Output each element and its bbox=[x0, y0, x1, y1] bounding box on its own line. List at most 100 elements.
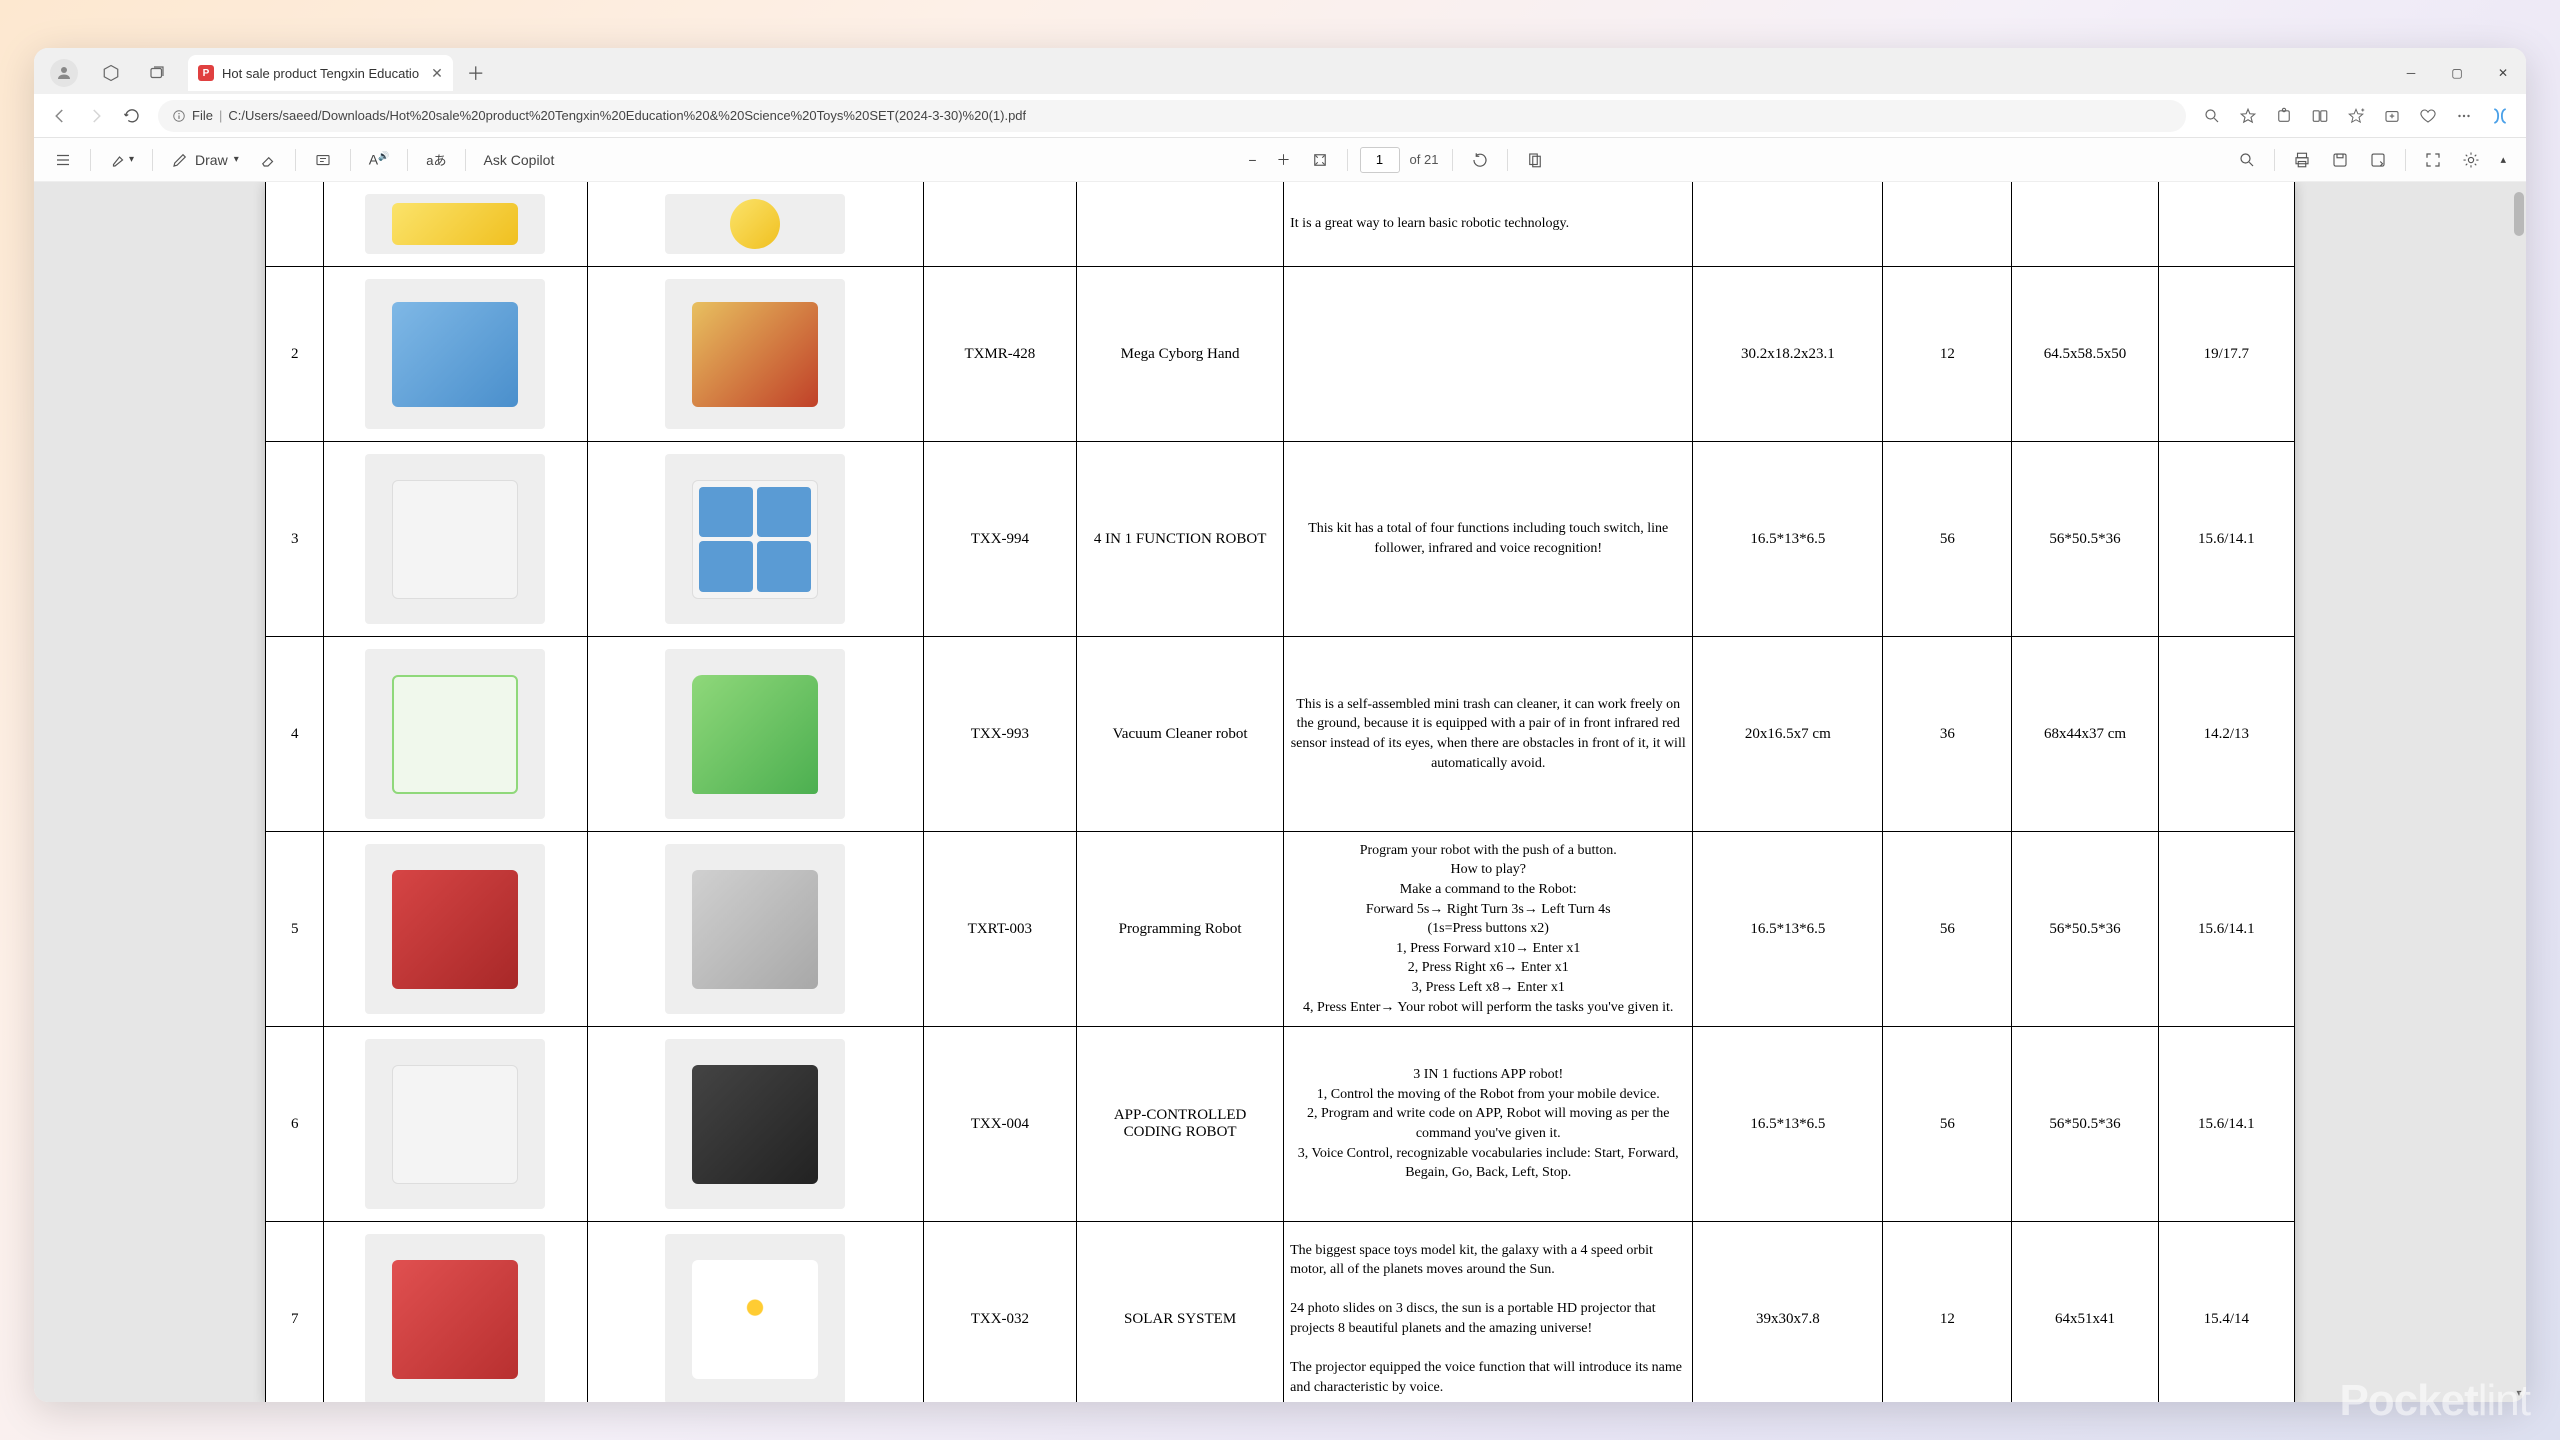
fit-page-button[interactable] bbox=[1303, 144, 1337, 176]
extensions-button[interactable] bbox=[2266, 98, 2302, 134]
gw-nw: 19/17.7 bbox=[2158, 267, 2294, 442]
fullscreen-icon bbox=[2424, 151, 2442, 169]
maximize-button[interactable]: ▢ bbox=[2434, 53, 2480, 93]
zoom-button[interactable] bbox=[2194, 98, 2230, 134]
copilot-icon bbox=[2490, 106, 2510, 126]
minimize-button[interactable]: ─ bbox=[2388, 53, 2434, 93]
url-input[interactable]: File | C:/Users/saeed/Downloads/Hot%20sa… bbox=[158, 100, 2186, 132]
product-description: It is a great way to learn basic robotic… bbox=[1284, 182, 1693, 267]
favorite-button[interactable] bbox=[2230, 98, 2266, 134]
draw-label: Draw bbox=[195, 152, 228, 168]
save-icon bbox=[2331, 151, 2349, 169]
contents-button[interactable] bbox=[46, 144, 80, 176]
qty-per-ctn: 56 bbox=[1883, 832, 2012, 1027]
tab-actions-button[interactable] bbox=[140, 56, 174, 90]
row-number: 7 bbox=[266, 1222, 324, 1403]
print-button[interactable] bbox=[2285, 144, 2319, 176]
profile-button[interactable] bbox=[50, 59, 78, 87]
product-name: SOLAR SYSTEM bbox=[1077, 1222, 1284, 1403]
item-code: TXX-994 bbox=[923, 442, 1076, 637]
scrollbar-thumb[interactable] bbox=[2514, 192, 2524, 236]
pdf-viewport[interactable]: It is a great way to learn basic robotic… bbox=[34, 182, 2526, 1402]
star-plus-icon bbox=[2347, 107, 2365, 125]
qty-per-ctn: 12 bbox=[1883, 1222, 2012, 1403]
qty-per-ctn: 56 bbox=[1883, 1027, 2012, 1222]
table-row: 5 TXRT-003 Programming Robot Program you… bbox=[266, 832, 2295, 1027]
fullscreen-button[interactable] bbox=[2416, 144, 2450, 176]
qty-per-ctn: 36 bbox=[1883, 637, 2012, 832]
gear-icon bbox=[2462, 151, 2480, 169]
find-button[interactable] bbox=[2230, 144, 2264, 176]
box-size: 16.5*13*6.5 bbox=[1693, 1027, 1883, 1222]
qty-per-ctn: 56 bbox=[1883, 442, 2012, 637]
rotate-icon bbox=[1471, 151, 1489, 169]
split-screen-button[interactable] bbox=[2302, 98, 2338, 134]
product-name: Mega Cyborg Hand bbox=[1077, 267, 1284, 442]
read-aloud-button[interactable]: A🔊 bbox=[361, 144, 398, 176]
save-as-button[interactable] bbox=[2361, 144, 2395, 176]
gw-nw: 14.2/13 bbox=[2158, 637, 2294, 832]
copilot-button[interactable] bbox=[2482, 98, 2518, 134]
arrow-left-icon bbox=[51, 107, 69, 125]
ask-copilot-button[interactable]: Ask Copilot bbox=[476, 144, 563, 176]
favorites-bar-button[interactable] bbox=[2338, 98, 2374, 134]
gw-nw: 15.6/14.1 bbox=[2158, 442, 2294, 637]
rotate-button[interactable] bbox=[1463, 144, 1497, 176]
gw-nw: 15.6/14.1 bbox=[2158, 1027, 2294, 1222]
product-table: It is a great way to learn basic robotic… bbox=[265, 182, 2295, 1402]
ctn-size: 68x44x37 cm bbox=[2012, 637, 2158, 832]
product-box-image bbox=[365, 649, 545, 819]
product-image bbox=[665, 649, 845, 819]
product-image bbox=[665, 454, 845, 624]
product-description: The biggest space toys model kit, the ga… bbox=[1284, 1222, 1693, 1403]
ctn-size: 64x51x41 bbox=[2012, 1222, 2158, 1403]
refresh-button[interactable] bbox=[114, 98, 150, 134]
translate-button[interactable]: aあ bbox=[418, 144, 454, 176]
page-number-input[interactable] bbox=[1360, 147, 1400, 173]
highlight-button[interactable]: ▾ bbox=[101, 144, 142, 176]
more-button[interactable] bbox=[2446, 98, 2482, 134]
product-box-image bbox=[365, 844, 545, 1014]
product-image bbox=[665, 279, 845, 429]
url-protocol-label: File bbox=[192, 108, 213, 123]
workspaces-button[interactable] bbox=[94, 56, 128, 90]
info-icon bbox=[172, 109, 186, 123]
draw-button[interactable]: Draw ▾ bbox=[163, 144, 247, 176]
ctn-size: 56*50.5*36 bbox=[2012, 442, 2158, 637]
table-row: 2 TXMR-428 Mega Cyborg Hand 30.2x18.2x23… bbox=[266, 267, 2295, 442]
toolbar-chevron-button[interactable]: ▴ bbox=[2492, 144, 2514, 176]
box-size: 30.2x18.2x23.1 bbox=[1693, 267, 1883, 442]
settings-button[interactable] bbox=[2454, 144, 2488, 176]
item-code: TXX-004 bbox=[923, 1027, 1076, 1222]
save-button[interactable] bbox=[2323, 144, 2357, 176]
zoom-in-button[interactable]: ＋ bbox=[1269, 144, 1299, 176]
page-view-button[interactable] bbox=[1518, 144, 1552, 176]
row-number: 3 bbox=[266, 442, 324, 637]
puzzle-icon bbox=[2275, 107, 2293, 125]
gw-nw: 15.4/14 bbox=[2158, 1222, 2294, 1403]
row-number: 6 bbox=[266, 1027, 324, 1222]
erase-button[interactable] bbox=[251, 144, 285, 176]
table-row: 7 TXX-032 SOLAR SYSTEM The biggest space… bbox=[266, 1222, 2295, 1403]
site-info-button[interactable] bbox=[172, 109, 186, 123]
browser-tab-active[interactable]: P Hot sale product Tengxin Educatio ✕ bbox=[188, 55, 453, 91]
nav-back-button[interactable] bbox=[42, 98, 78, 134]
list-icon bbox=[54, 151, 72, 169]
zoom-icon bbox=[2203, 107, 2221, 125]
new-tab-button[interactable]: ＋ bbox=[461, 58, 491, 88]
zoom-out-button[interactable]: − bbox=[1240, 144, 1264, 176]
ctn-size: 64.5x58.5x50 bbox=[2012, 267, 2158, 442]
tab-close-button[interactable]: ✕ bbox=[431, 65, 443, 82]
product-name: Vacuum Cleaner robot bbox=[1077, 637, 1284, 832]
product-image bbox=[665, 844, 845, 1014]
product-image bbox=[665, 1039, 845, 1209]
printer-icon bbox=[2293, 151, 2311, 169]
text-box-button[interactable] bbox=[306, 144, 340, 176]
row-number: 5 bbox=[266, 832, 324, 1027]
browser-essentials-button[interactable] bbox=[2410, 98, 2446, 134]
close-window-button[interactable]: ✕ bbox=[2480, 53, 2526, 93]
collections-button[interactable] bbox=[2374, 98, 2410, 134]
split-icon bbox=[2311, 107, 2329, 125]
product-image bbox=[665, 1234, 845, 1402]
item-code: TXMR-428 bbox=[923, 267, 1076, 442]
